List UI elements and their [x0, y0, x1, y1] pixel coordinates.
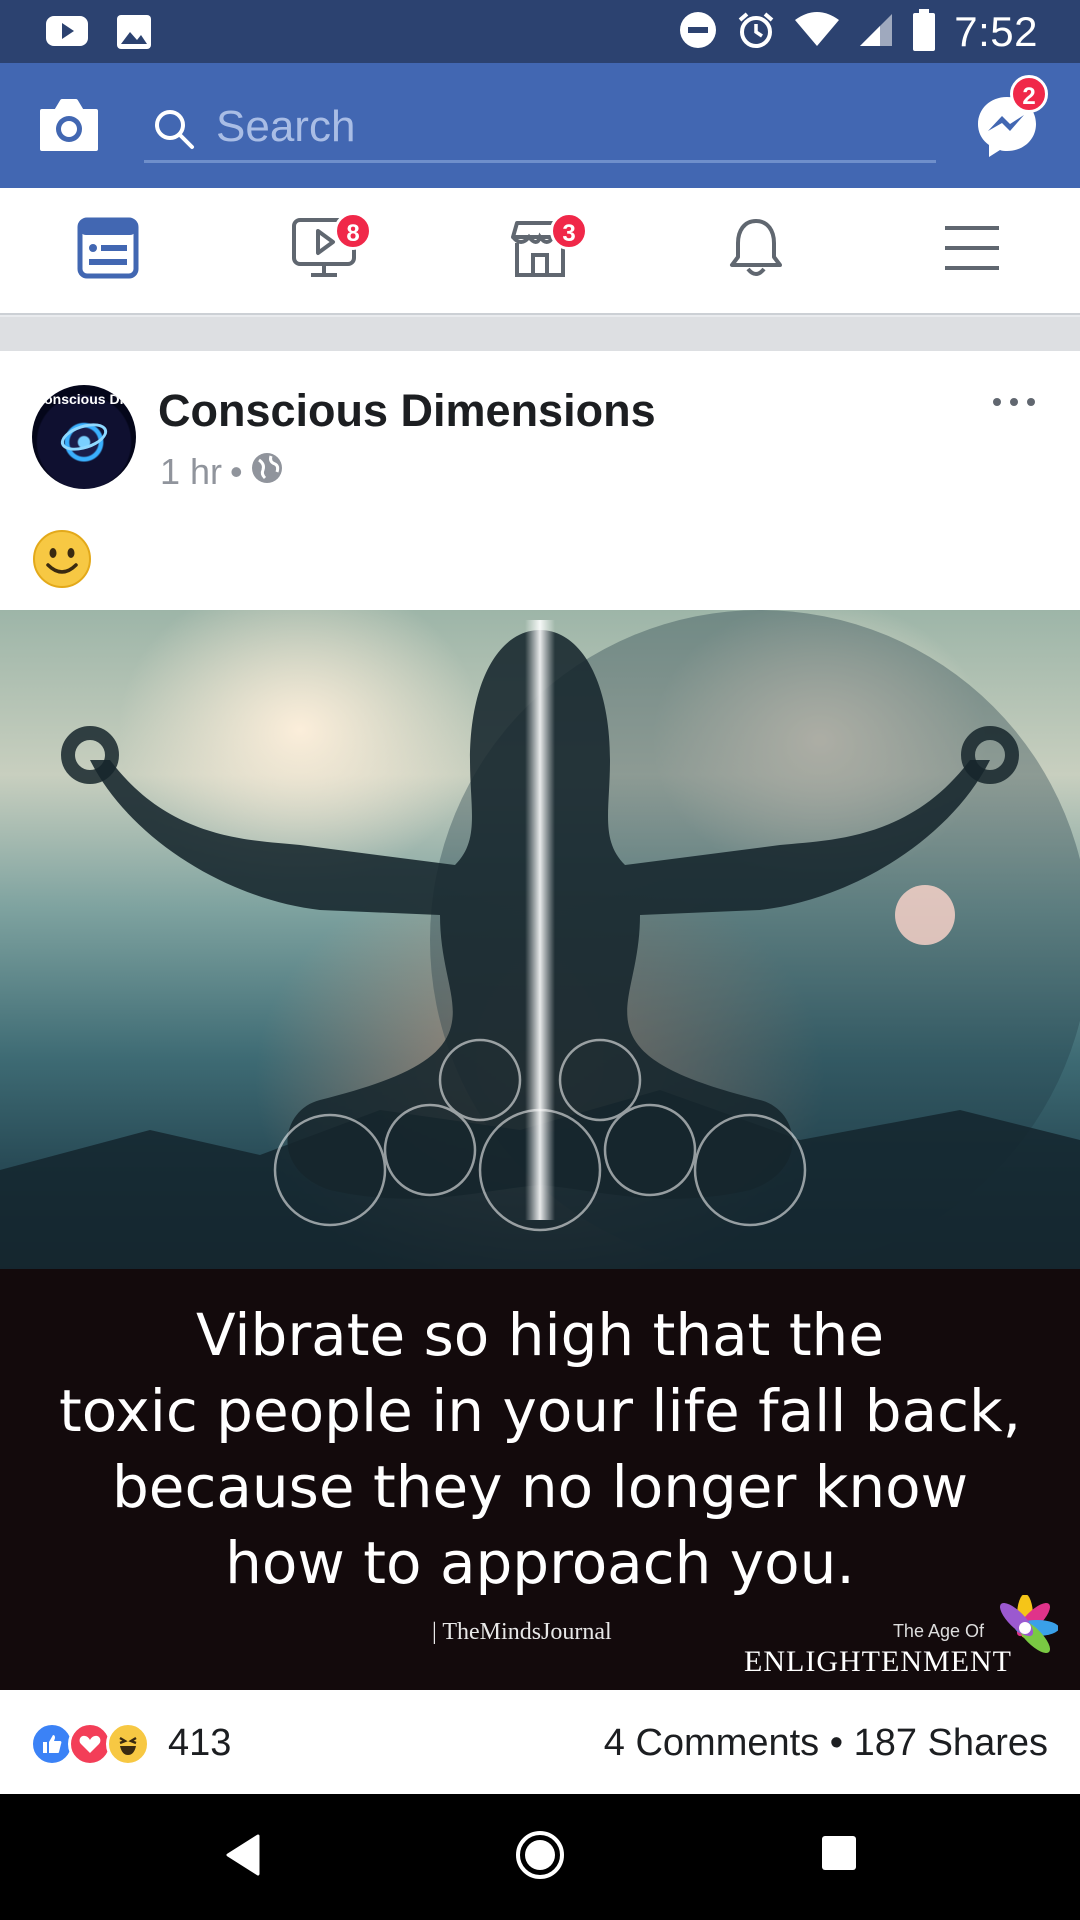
- battery-icon: [912, 8, 936, 56]
- tab-marketplace[interactable]: 3: [432, 188, 648, 313]
- status-bar: 7:52: [0, 0, 1080, 63]
- messenger-icon: [972, 97, 1042, 165]
- clock: 7:52: [954, 8, 1038, 55]
- back-button[interactable]: [222, 1832, 262, 1883]
- meta-separator: •: [230, 451, 243, 492]
- recents-button[interactable]: [820, 1834, 858, 1877]
- photo-notification-icon: [116, 14, 152, 55]
- logo-title: ENLIGHTENMENT: [744, 1645, 1012, 1678]
- post-card: Conscious Dimensions Conscious Dimension…: [0, 351, 1080, 1794]
- tab-bar: 8 3: [0, 188, 1080, 315]
- messenger-button[interactable]: 2: [972, 75, 1048, 161]
- page-avatar[interactable]: Conscious Dimensions: [32, 385, 136, 489]
- stats-separator: •: [829, 1722, 844, 1764]
- avatar-ring: [57, 418, 111, 456]
- more-dots-icon: [992, 372, 1036, 416]
- search-bar[interactable]: [144, 97, 936, 163]
- quote-line: toxic people in your life fall back,: [58, 1377, 1022, 1445]
- quote-line: Vibrate so high that the: [195, 1301, 884, 1369]
- news-feed-icon: [77, 217, 139, 284]
- bell-icon: [728, 217, 784, 284]
- post-meta: 1 hr •: [160, 451, 283, 493]
- tab-news-feed[interactable]: [0, 188, 216, 313]
- reaction-count[interactable]: 413: [168, 1722, 231, 1765]
- reactions-bar: 413 4 Comments • 187 Shares: [0, 1690, 1080, 1794]
- lotus-logo-icon: [992, 1594, 1059, 1666]
- quote-line: how to approach you.: [225, 1529, 855, 1597]
- watch-badge: 8: [334, 212, 372, 250]
- image-caption-area: Vibrate so high that the toxic people in…: [0, 1269, 1080, 1690]
- quote-line: because they no longer know: [111, 1453, 969, 1521]
- post-stats: 4 Comments • 187 Shares: [604, 1722, 1048, 1765]
- home-button[interactable]: [515, 1830, 565, 1885]
- top-app-bar: 2: [0, 63, 1080, 188]
- search-icon: [152, 107, 196, 156]
- post-options-button[interactable]: [992, 389, 1036, 407]
- globe-icon: [251, 451, 283, 493]
- logo-subtitle: The Age Of: [892, 1621, 984, 1641]
- image-credit: | TheMindsJournal: [432, 1619, 612, 1645]
- tab-notifications[interactable]: [648, 188, 864, 313]
- shares-count[interactable]: 187 Shares: [854, 1722, 1048, 1764]
- page-name[interactable]: Conscious Dimensions: [158, 385, 656, 437]
- tab-watch[interactable]: 8: [216, 188, 432, 313]
- image-quote: Vibrate so high that the toxic people in…: [40, 1297, 1040, 1601]
- meditation-artwork: [0, 610, 1080, 1270]
- haha-reaction-icon: [106, 1722, 150, 1766]
- cell-signal-icon: [858, 12, 894, 53]
- comments-count[interactable]: 4 Comments: [604, 1722, 819, 1764]
- post-image[interactable]: Vibrate so high that the toxic people in…: [0, 610, 1080, 1690]
- do-not-disturb-icon: [678, 10, 718, 55]
- search-input[interactable]: [216, 99, 916, 155]
- hamburger-menu-icon: [943, 224, 1001, 277]
- wifi-icon: [794, 11, 840, 53]
- youtube-notification-icon: [46, 14, 88, 55]
- avatar-text: Conscious Dimensions: [34, 391, 136, 407]
- post-time[interactable]: 1 hr: [160, 451, 222, 493]
- feed-divider: [0, 317, 1080, 351]
- smiley-emoji: [32, 530, 92, 601]
- reaction-icons[interactable]: [30, 1722, 150, 1766]
- camera-icon[interactable]: [38, 97, 100, 158]
- alarm-icon: [736, 10, 776, 55]
- marketplace-badge: 3: [550, 212, 588, 250]
- messenger-badge: 2: [1010, 75, 1048, 113]
- tab-menu[interactable]: [864, 188, 1080, 313]
- post-text: [32, 529, 92, 602]
- system-nav-bar: [0, 1794, 1080, 1920]
